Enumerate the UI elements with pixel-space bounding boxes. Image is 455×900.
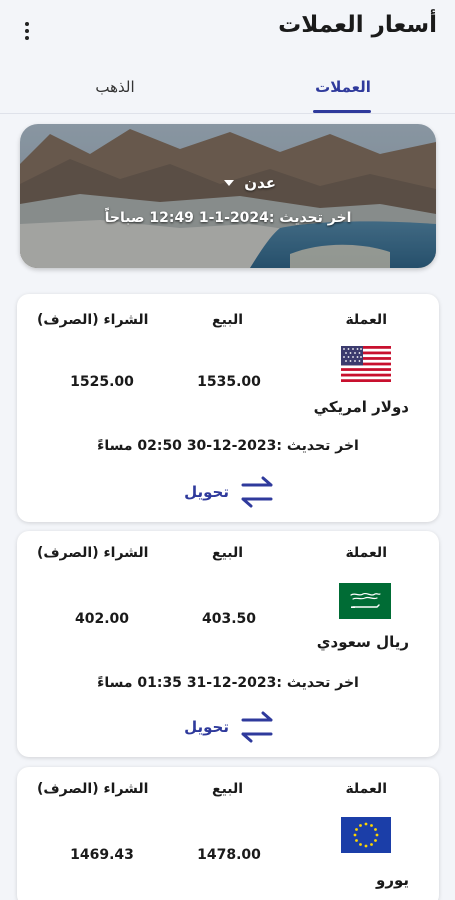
- tab-bar: العملات الذهب: [0, 60, 455, 114]
- caret-down-icon: [224, 180, 235, 186]
- column-header-buy: الشراء (الصرف): [37, 545, 149, 561]
- city-banner: [20, 124, 436, 268]
- more-vert-icon[interactable]: [14, 16, 40, 46]
- sell-price: 1478.00: [197, 847, 261, 863]
- eu-flag-icon: [341, 817, 391, 853]
- swap-arrows-icon: [241, 476, 273, 508]
- currency-last-update: اخر تحديث :2023-12-31 01:35 مساءً: [97, 675, 359, 691]
- buy-price: 1525.00: [70, 374, 134, 390]
- column-header-currency: العملة: [345, 781, 387, 797]
- currency-name: يورو: [376, 871, 409, 889]
- buy-price: 1469.43: [70, 847, 134, 863]
- currency-card: العملة البيع الشراء (الصرف) 1478.00 1469…: [17, 767, 439, 900]
- tab-currencies[interactable]: العملات: [268, 60, 418, 114]
- column-header-currency: العملة: [345, 545, 387, 561]
- column-header-buy: الشراء (الصرف): [37, 781, 149, 797]
- currency-card: العملة البيع الشراء (الصرف) 1535.00 1525…: [17, 294, 439, 522]
- saudi-flag-icon: [339, 583, 391, 619]
- tab-gold[interactable]: الذهب: [40, 60, 190, 114]
- sell-price: 403.50: [201, 611, 257, 627]
- convert-label: تحويل: [184, 483, 229, 501]
- currency-name: ريال سعودي: [316, 633, 409, 651]
- city-image: [20, 124, 436, 268]
- sell-price: 1535.00: [197, 374, 261, 390]
- swap-arrows-icon: [241, 711, 273, 743]
- page-title: أسعار العملات: [278, 12, 437, 38]
- us-flag-icon: [341, 346, 391, 382]
- tabs-divider: [0, 113, 455, 114]
- app-bar: أسعار العملات: [0, 0, 455, 60]
- column-header-sell: البيع: [212, 312, 244, 328]
- currency-card: العملة البيع الشراء (الصرف) 403.50 402.0…: [17, 531, 439, 757]
- column-header-buy: الشراء (الصرف): [37, 312, 149, 328]
- currency-last-update: اخر تحديث :2023-12-30 02:50 مساءً: [97, 438, 359, 454]
- convert-label: تحويل: [184, 718, 229, 736]
- column-header-currency: العملة: [345, 312, 387, 328]
- buy-price: 402.00: [74, 611, 130, 627]
- column-header-sell: البيع: [212, 781, 244, 797]
- currency-name: دولار امريكي: [313, 398, 409, 416]
- region-dropdown[interactable]: عدن: [196, 172, 276, 194]
- column-header-sell: البيع: [212, 545, 244, 561]
- convert-button[interactable]: تحويل: [177, 709, 277, 745]
- banner-last-update: اخر تحديث :2024-1-1 12:49 صباحاً: [104, 210, 352, 226]
- region-label: عدن: [244, 174, 276, 192]
- convert-button[interactable]: تحويل: [177, 474, 277, 510]
